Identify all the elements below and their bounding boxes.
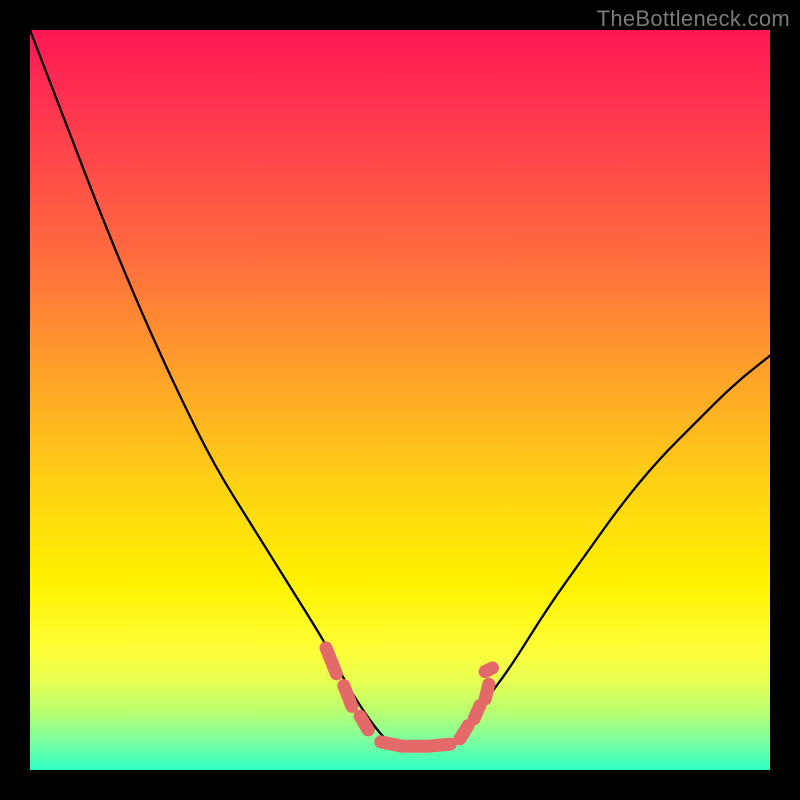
curve-marker	[460, 726, 468, 739]
curve-marker	[474, 706, 480, 719]
curve-marker	[344, 686, 352, 707]
watermark-label: TheBottleneck.com	[597, 6, 790, 32]
curve-marker	[485, 684, 489, 699]
bottleneck-curve-path	[30, 30, 770, 748]
curve-marker	[427, 744, 450, 746]
chart-frame: TheBottleneck.com	[0, 0, 800, 800]
plot-area	[30, 30, 770, 770]
curve-markers	[326, 648, 493, 746]
bottleneck-curve	[30, 30, 770, 770]
curve-marker	[326, 648, 336, 674]
curve-marker	[360, 716, 368, 730]
curve-marker	[485, 668, 492, 672]
